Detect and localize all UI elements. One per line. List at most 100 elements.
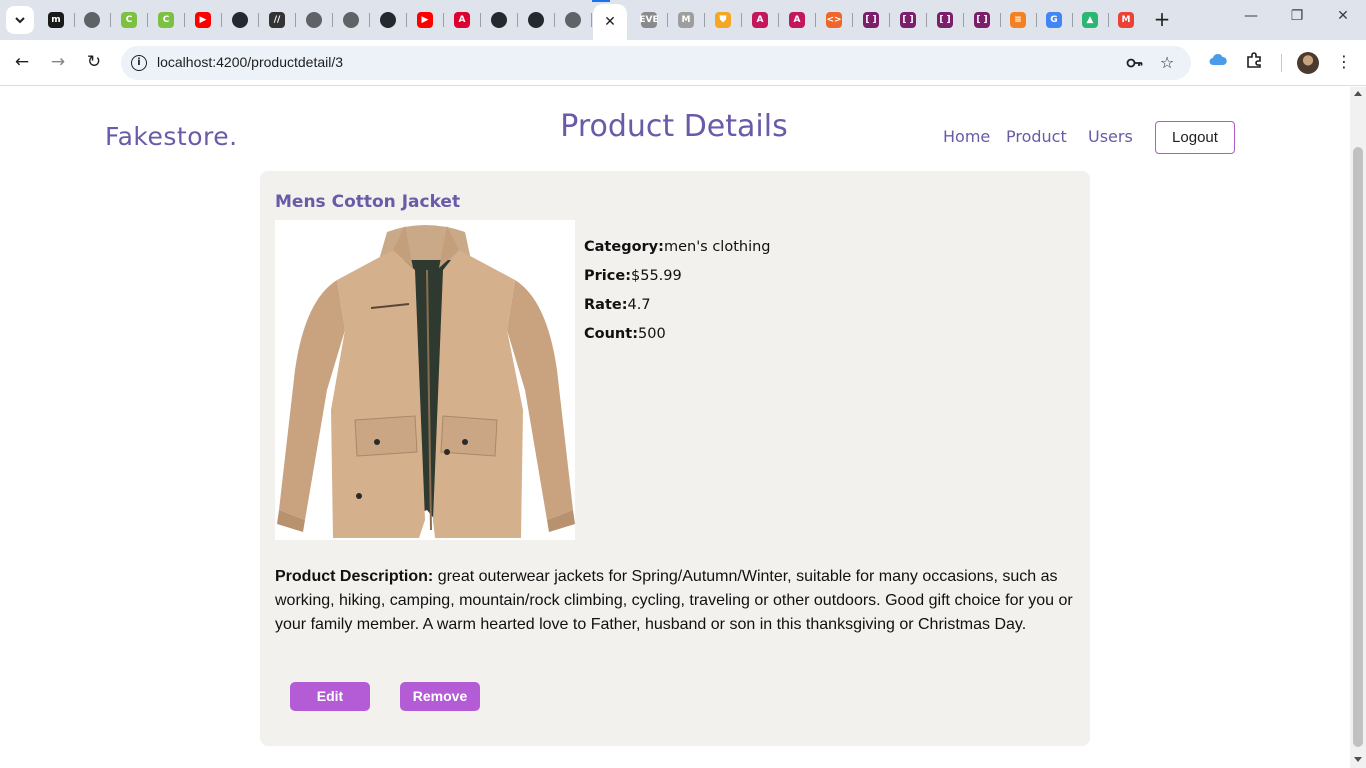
close-window-icon[interactable]: ✕ [1320, 8, 1366, 32]
browser-tab[interactable]: [ ] [964, 4, 1000, 36]
more-menu-icon[interactable]: ⋮ [1333, 51, 1355, 73]
youtube-icon: ▶ [417, 12, 433, 28]
c-icon: C [121, 12, 137, 28]
reload-button[interactable]: ↻ [82, 50, 106, 74]
bookmark-star-icon[interactable]: ☆ [1157, 53, 1177, 73]
product-name: Mens Cotton Jacket [275, 192, 461, 212]
page-viewport: Fakestore. Product Details Home Product … [0, 87, 1350, 768]
close-tab-icon[interactable]: ✕ [604, 14, 616, 30]
github-icon [528, 12, 544, 28]
dev-icon: [ ] [974, 12, 990, 28]
nav-users-link[interactable]: Users [1088, 127, 1133, 146]
logout-button[interactable]: Logout [1155, 121, 1235, 154]
dev-icon: [ ] [863, 12, 879, 28]
browser-tab[interactable]: A [742, 4, 778, 36]
gmail-icon: M [1118, 12, 1134, 28]
scroll-down-arrow-icon[interactable] [1354, 757, 1362, 762]
eve-icon: EVE [639, 12, 659, 28]
stackblitz-icon: <> [826, 12, 842, 28]
browser-tab[interactable]: [ ] [927, 4, 963, 36]
price-label: Price [584, 268, 626, 284]
rate-label: Rate [584, 297, 622, 313]
browser-tab[interactable]: [ ] [890, 4, 926, 36]
count-value: 500 [638, 326, 666, 342]
price-value: $55.99 [631, 268, 682, 284]
browser-tab[interactable]: C [111, 4, 147, 36]
angular-icon: A [454, 12, 470, 28]
product-card: Mens Cotton Jacket Category:men's clothi… [260, 171, 1090, 746]
mountain-icon: ▲ [1082, 12, 1098, 28]
nav-product-link[interactable]: Product [1006, 127, 1067, 146]
browser-tab[interactable] [518, 4, 554, 36]
url-text[interactable]: localhost:4200/productdetail/3 [157, 54, 343, 70]
toolbar-divider [1281, 54, 1282, 72]
product-image [275, 220, 575, 540]
browser-tab[interactable]: ▲ [1072, 4, 1108, 36]
browser-tab[interactable]: ▶ [185, 4, 221, 36]
scroll-up-arrow-icon[interactable] [1354, 91, 1362, 96]
browser-tab[interactable]: G [1036, 4, 1072, 36]
site-info-icon[interactable]: i [131, 55, 147, 71]
browser-tab[interactable]: [ ] [853, 4, 889, 36]
browser-tab[interactable]: A [444, 4, 480, 36]
page-title: Product Details [560, 109, 788, 144]
forward-button[interactable]: → [46, 50, 70, 74]
browser-tab[interactable]: ≡ [1000, 4, 1036, 36]
browser-tab[interactable]: M [1108, 4, 1144, 36]
angular-icon: A [752, 12, 768, 28]
browser-tab[interactable]: A [779, 4, 815, 36]
scroll-thumb[interactable] [1353, 147, 1363, 747]
minimize-icon[interactable]: — [1228, 8, 1274, 32]
browser-tab[interactable]: M [668, 4, 704, 36]
product-description: Product Description: great outerwear jac… [275, 565, 1075, 637]
m-icon: m [48, 12, 64, 28]
profile-avatar[interactable] [1297, 52, 1319, 74]
stackoverflow-icon: ≡ [1010, 12, 1026, 28]
browser-tab[interactable]: m [38, 4, 74, 36]
edit-button[interactable]: Edit [290, 682, 370, 711]
angular-icon: A [789, 12, 805, 28]
browser-tab[interactable] [74, 4, 110, 36]
nav-home-link[interactable]: Home [943, 127, 990, 146]
page-scrollbar[interactable] [1350, 87, 1366, 768]
browser-tab[interactable]: ⛊ [705, 4, 741, 36]
count-label: Count [584, 326, 633, 342]
chevron-down-icon [15, 17, 25, 24]
m-icon: M [678, 12, 694, 28]
browser-tab[interactable] [370, 4, 406, 36]
remove-button[interactable]: Remove [400, 682, 480, 711]
tab-search-button[interactable] [6, 6, 34, 34]
back-button[interactable]: ← [10, 50, 34, 74]
browser-tab[interactable] [222, 4, 258, 36]
github-icon [232, 12, 248, 28]
github-icon [491, 12, 507, 28]
new-tab-button[interactable]: + [1150, 7, 1174, 33]
dev-icon: [ ] [900, 12, 916, 28]
browser-tab[interactable]: C [148, 4, 184, 36]
browser-tab[interactable]: // [259, 4, 295, 36]
tab-separator [591, 13, 592, 27]
globe-icon [565, 12, 581, 28]
globe-icon [343, 12, 359, 28]
c-icon: C [158, 12, 174, 28]
browser-tab[interactable] [481, 4, 517, 36]
description-label: Product Description: [275, 568, 434, 585]
browser-tab[interactable]: EVE [631, 4, 667, 36]
tab-strip: m C C ▶//▶ A EVE M ⛊ A A <>[ ][ ][ ][ ] ≡ G ▲ M ✕ + — … [0, 0, 1366, 40]
browser-toolbar: ← → ↻ i localhost:4200/productdetail/3 ☆… [0, 40, 1366, 86]
shield-icon: ⛊ [715, 12, 731, 28]
browser-tab[interactable]: ▶ [407, 4, 443, 36]
browser-tab[interactable] [296, 4, 332, 36]
google-icon: G [1046, 12, 1062, 28]
active-tab[interactable]: ✕ [593, 4, 627, 40]
extensions-icon[interactable] [1243, 51, 1265, 73]
browser-tab[interactable]: <> [816, 4, 852, 36]
browser-tab[interactable] [555, 4, 591, 36]
key-icon[interactable] [1125, 53, 1145, 73]
restore-icon[interactable]: ❐ [1274, 8, 1320, 32]
address-bar[interactable]: i localhost:4200/productdetail/3 ☆ [121, 46, 1191, 80]
cloud-extension-icon[interactable] [1207, 51, 1229, 73]
category-label: Category [584, 239, 659, 255]
count-row: Count:500 [584, 326, 666, 342]
browser-tab[interactable] [333, 4, 369, 36]
